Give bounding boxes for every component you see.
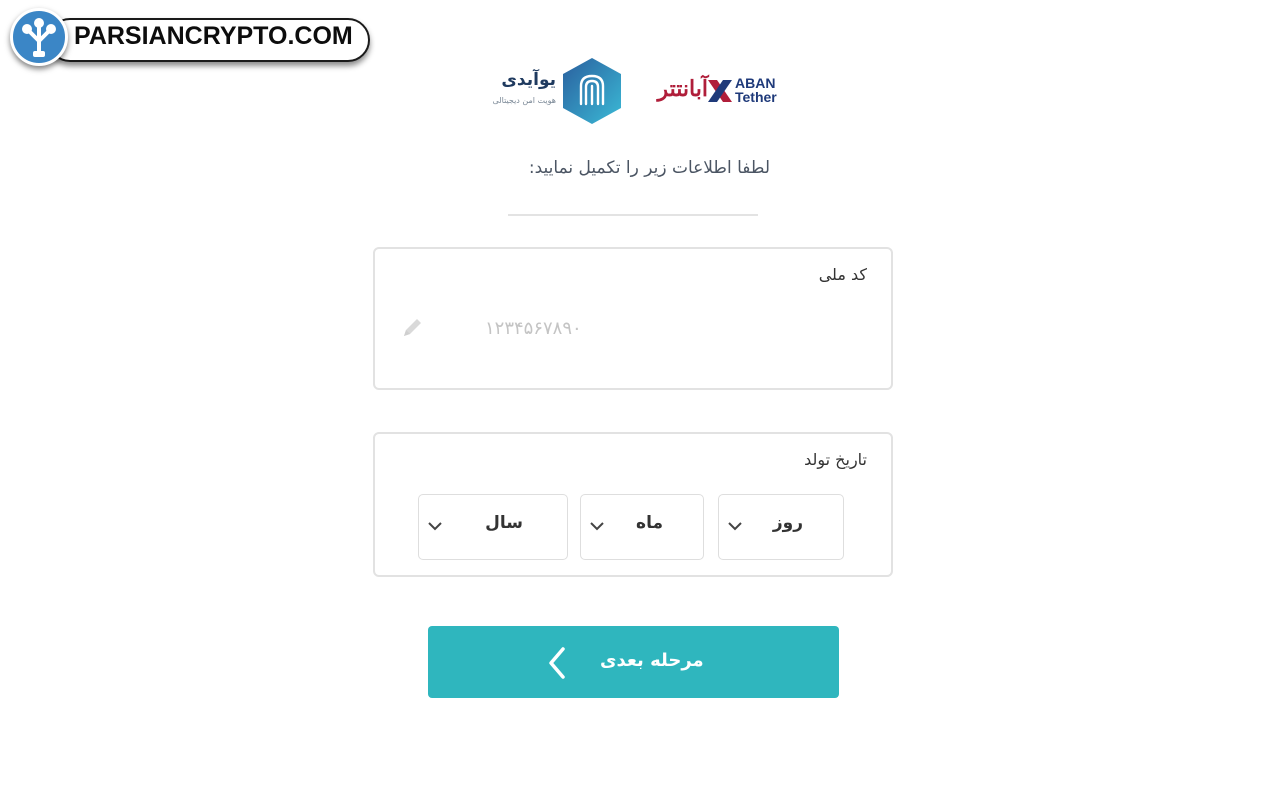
watermark-badge: PARSIANCRYPTO.COM (10, 8, 370, 66)
fingerprint-icon (559, 56, 625, 126)
birth-date-card: تاریخ تولد روز ماه سال (373, 432, 893, 577)
chevron-down-icon (728, 522, 742, 531)
uid-logo-text: یوآیدی (501, 70, 556, 90)
divider (508, 214, 758, 216)
pencil-icon (399, 315, 425, 341)
aban-logo-en: ABAN Tether (735, 76, 777, 104)
chevron-down-icon (590, 522, 604, 531)
month-select-label: ماه (636, 513, 663, 533)
aban-en-line1: ABAN (735, 75, 776, 91)
watermark-text: PARSIANCRYPTO.COM (74, 22, 353, 50)
month-select[interactable]: ماه (580, 494, 704, 560)
year-select[interactable]: سال (418, 494, 568, 560)
day-select-label: روز (772, 513, 803, 533)
aban-logo-text: آبانتتر (657, 76, 708, 102)
aban-en-line2: Tether (735, 89, 777, 105)
uid-logo-tagline: هویت امن دیجیتالی (492, 96, 556, 105)
national-id-input[interactable] (485, 315, 725, 341)
aban-x-icon (705, 76, 735, 106)
form-instruction: لطفا اطلاعات زیر را تکمیل نمایید: (528, 158, 770, 178)
day-select[interactable]: روز (718, 494, 844, 560)
next-step-label: مرحله بعدی (600, 650, 704, 671)
year-select-label: سال (485, 513, 523, 533)
partner-logos: یوآیدی هویت امن دیجیتالی آبانتتر ABAN Te… (480, 56, 790, 126)
national-id-label: کد ملی (818, 265, 867, 284)
chevron-down-icon (428, 522, 442, 531)
chevron-left-icon (549, 647, 565, 679)
birth-date-label: تاریخ تولد (804, 450, 867, 469)
watermark-logo-icon (10, 8, 68, 66)
next-step-button[interactable]: مرحله بعدی (428, 626, 839, 698)
national-id-card: کد ملی (373, 247, 893, 390)
